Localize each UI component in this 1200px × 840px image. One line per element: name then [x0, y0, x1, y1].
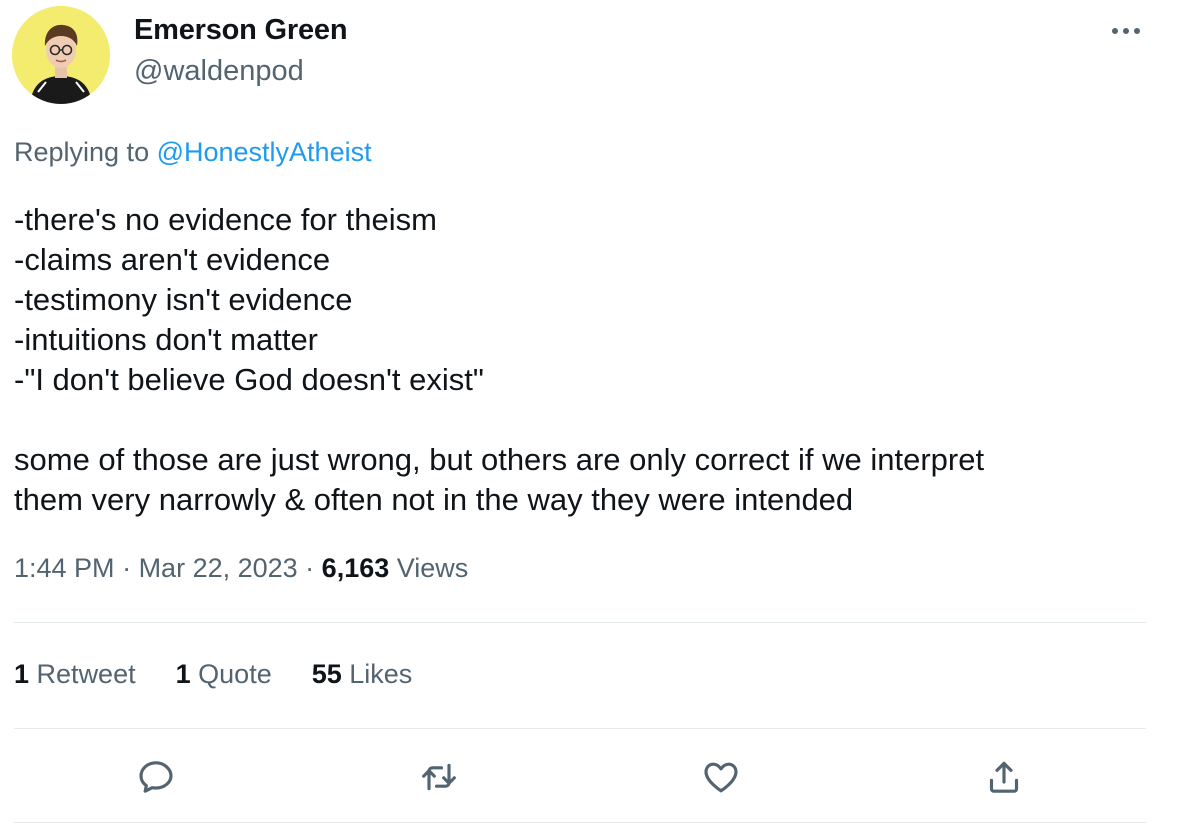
tweet-time[interactable]: 1:44 PM [14, 553, 115, 583]
retweets-label: Retweet [36, 659, 136, 689]
share-icon [989, 761, 1019, 793]
retweet-button[interactable] [416, 754, 462, 800]
likes-label: Likes [349, 659, 413, 689]
retweets-count: 1 [14, 659, 30, 689]
quotes-count: 1 [175, 659, 191, 689]
author-avatar[interactable] [12, 6, 110, 104]
like-button[interactable] [698, 754, 744, 800]
quotes-stat[interactable]: 1 Quote [176, 659, 272, 690]
views-count: 6,163 [321, 553, 390, 583]
quotes-label: Quote [198, 659, 272, 689]
body-line: -"I don't believe God doesn't exist" [14, 362, 484, 397]
like-icon [704, 762, 738, 793]
views-label: Views [396, 553, 469, 583]
more-options-button[interactable] [1106, 16, 1146, 46]
tweet-body: -there's no evidence for theism -claims … [14, 200, 1154, 520]
body-paragraph-line: them very narrowly & often not in the wa… [14, 482, 854, 517]
tweet-meta: 1:44 PM · Mar 22, 2023 · 6,163 Views [14, 553, 468, 584]
author-display-name[interactable]: Emerson Green [134, 14, 348, 47]
meta-separator: · [297, 553, 322, 583]
body-line: -there's no evidence for theism [14, 202, 437, 237]
body-paragraph-line: some of those are just wrong, but others… [14, 442, 985, 477]
body-line: -intuitions don't matter [14, 322, 319, 357]
share-button[interactable] [981, 754, 1027, 800]
retweet-icon [422, 763, 456, 791]
divider [14, 728, 1146, 729]
more-options-icon [1112, 28, 1140, 34]
likes-stat[interactable]: 55 Likes [312, 659, 413, 690]
tweet-date[interactable]: Mar 22, 2023 [139, 553, 298, 583]
author-handle[interactable]: @waldenpod [134, 55, 304, 88]
divider [14, 822, 1146, 823]
avatar-photo-icon [12, 6, 110, 104]
retweets-stat[interactable]: 1 Retweet [14, 659, 136, 690]
replying-prefix: Replying to [14, 137, 157, 167]
tweet-stats: 1 Retweet 1 Quote 55 Likes [14, 659, 452, 690]
tweet-card: Emerson Green @waldenpod Replying to @Ho… [0, 0, 1200, 840]
body-line: -claims aren't evidence [14, 242, 331, 277]
reply-button[interactable] [133, 754, 179, 800]
reply-mention-link[interactable]: @HonestlyAtheist [157, 137, 372, 167]
reply-icon [139, 761, 173, 793]
body-line: -testimony isn't evidence [14, 282, 353, 317]
likes-count: 55 [311, 659, 342, 689]
divider [14, 622, 1146, 623]
replying-to-line: Replying to @HonestlyAtheist [14, 137, 372, 168]
meta-separator: · [114, 553, 139, 583]
